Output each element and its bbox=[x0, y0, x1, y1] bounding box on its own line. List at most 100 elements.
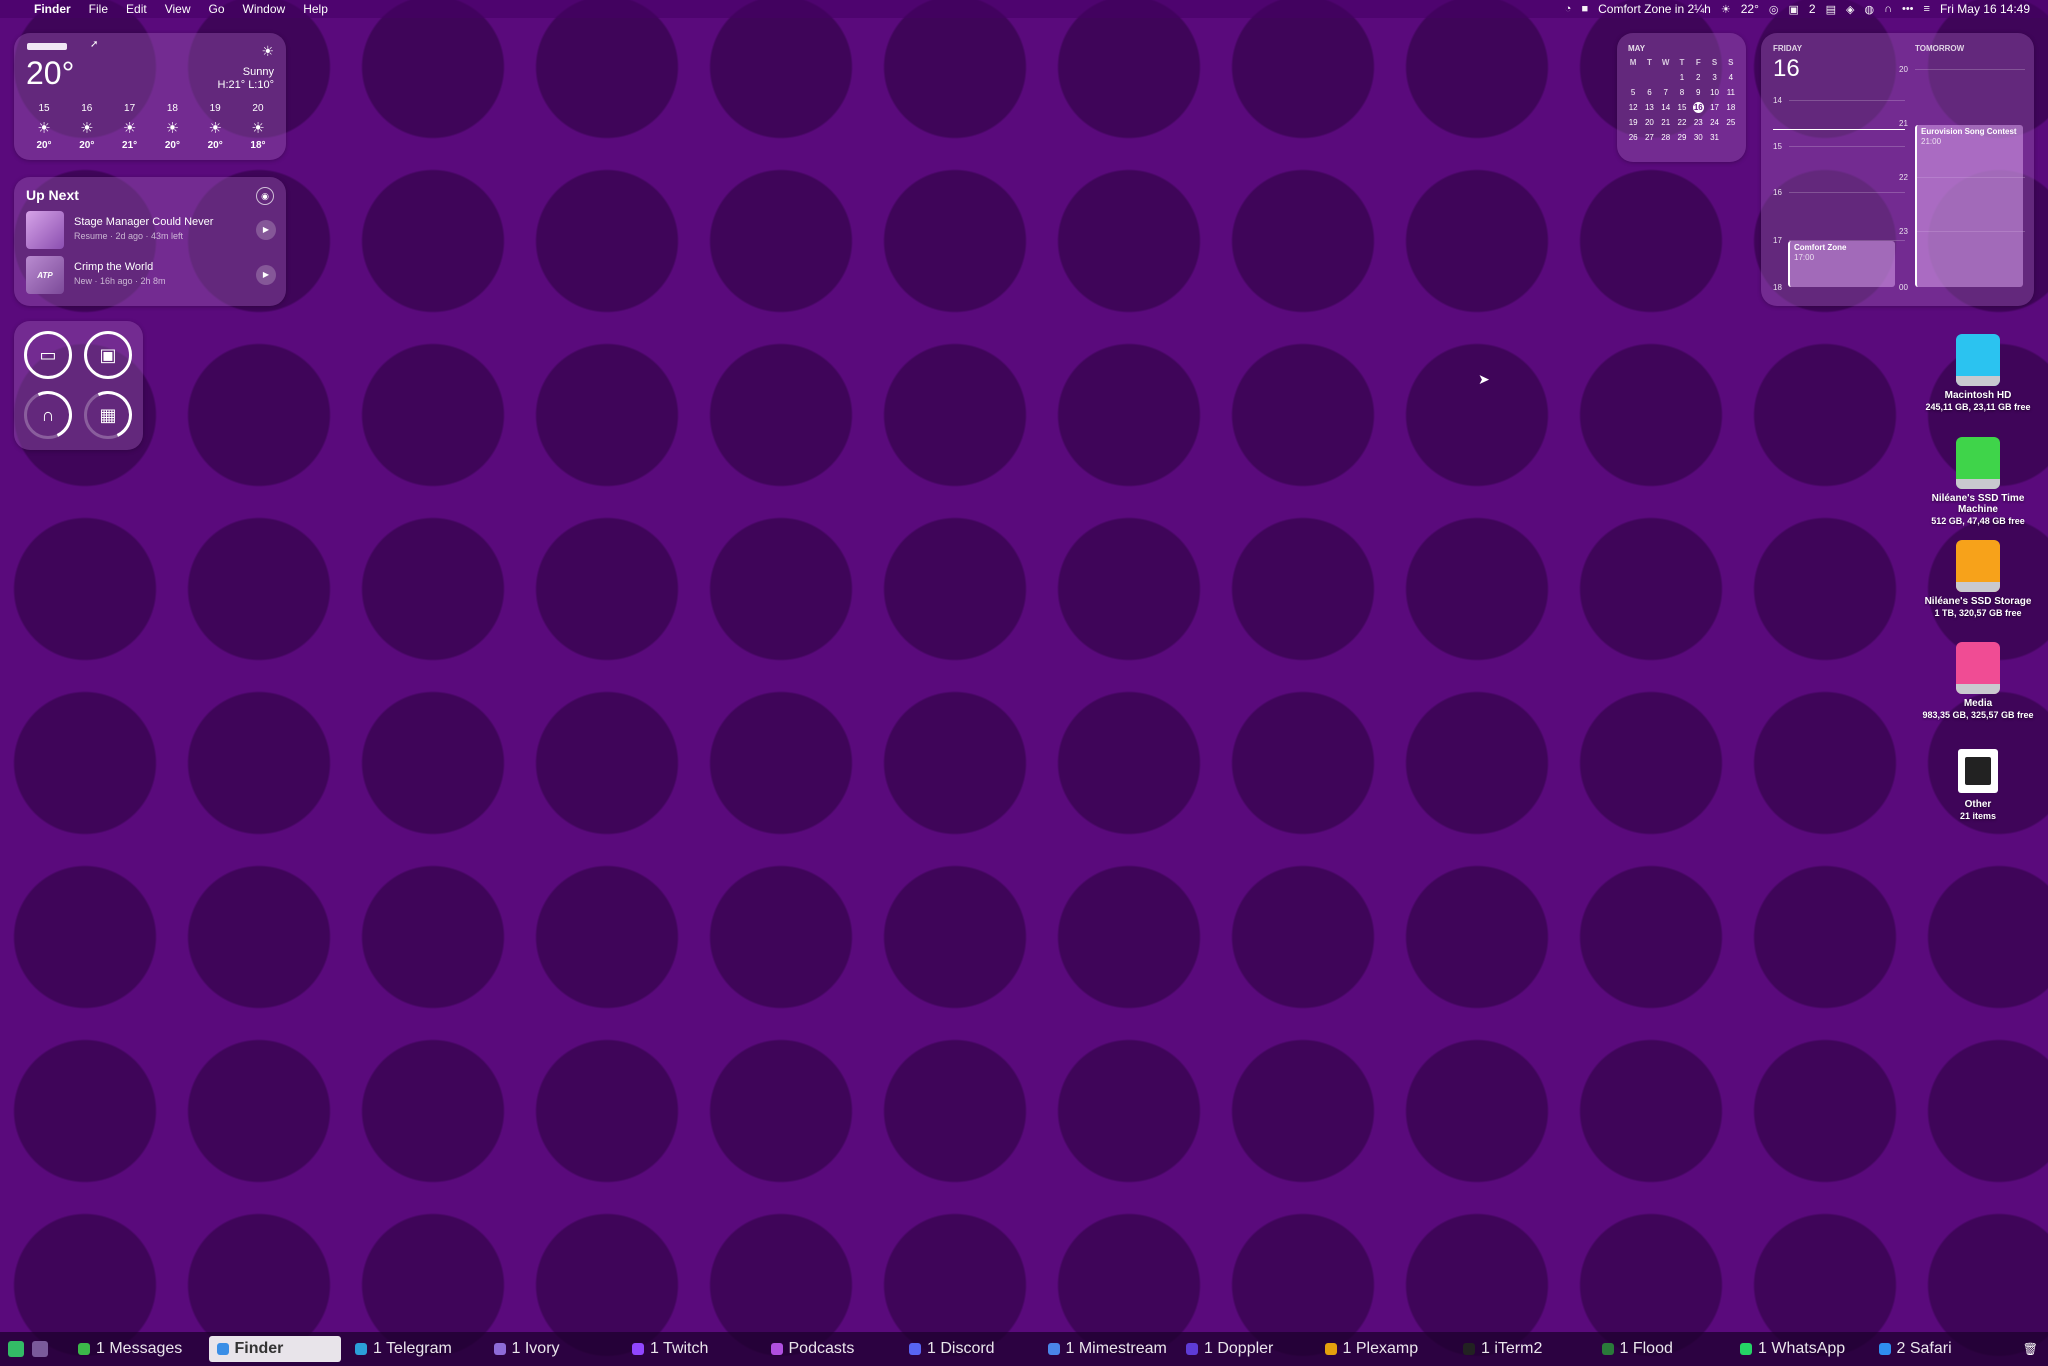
desktop-drive-media[interactable]: Media 983,35 GB, 325,57 GB free bbox=[1913, 642, 2043, 720]
taskbar-item[interactable]: 1 WhatsApp bbox=[1732, 1336, 1864, 1362]
calendar-day[interactable]: 26 bbox=[1625, 132, 1641, 143]
desktop-drive-storage[interactable]: Niléane's SSD Storage 1 TB, 320,57 GB fr… bbox=[1913, 540, 2043, 618]
weather-widget[interactable]: ➚ 20° ☀ Sunny H:21° L:10° 15 ☀ 20° 16 ☀ 20° … bbox=[14, 33, 286, 160]
camera-icon[interactable]: ■ bbox=[1581, 3, 1588, 15]
hourglass-icon[interactable]: ◔ bbox=[1565, 3, 1572, 15]
calendar-day[interactable]: 17 bbox=[1706, 102, 1722, 113]
day-calendar-widget[interactable]: FRIDAY 16 TOMORROW 14 15 16 17 18 Comfor… bbox=[1761, 33, 2034, 306]
calendar-day[interactable]: 19 bbox=[1625, 117, 1641, 128]
play-icon[interactable]: ▶ bbox=[256, 220, 276, 240]
taskbar-item[interactable]: 1 Doppler bbox=[1178, 1336, 1310, 1362]
headphones-status-icon[interactable]: ∩ bbox=[1884, 3, 1892, 15]
calendar-day[interactable]: 15 bbox=[1674, 102, 1690, 113]
forecast-temp: 20° bbox=[207, 140, 223, 151]
taskbar-item-label: 1 Doppler bbox=[1204, 1340, 1274, 1357]
taskbar-item[interactable]: 1 Messages bbox=[70, 1336, 202, 1362]
drive-icon bbox=[1956, 334, 2000, 386]
calendar-day[interactable]: 14 bbox=[1658, 102, 1674, 113]
hour-label: 14 bbox=[1773, 96, 1782, 105]
calendar-day[interactable]: 28 bbox=[1658, 132, 1674, 143]
taskbar-item[interactable]: 1 Twitch bbox=[624, 1336, 756, 1362]
calendar-day[interactable]: 20 bbox=[1641, 117, 1657, 128]
taskbar-item-label: 1 iTerm2 bbox=[1481, 1340, 1543, 1357]
message-icon[interactable]: ▣ bbox=[1788, 3, 1798, 16]
taskbar-item[interactable]: 2 Safari bbox=[1871, 1336, 2003, 1362]
calendar-event[interactable]: Eurovision Song Contest 21:00 bbox=[1915, 125, 2023, 287]
menu-edit[interactable]: Edit bbox=[126, 2, 147, 16]
batteries-widget[interactable]: ▭ ▣ ∩ ▦ bbox=[14, 321, 143, 450]
calendar-day[interactable]: 11 bbox=[1723, 87, 1739, 98]
menu-file[interactable]: File bbox=[89, 2, 108, 16]
hour-label: 00 bbox=[1899, 283, 1908, 292]
taskbar-menu-icon[interactable] bbox=[32, 1341, 48, 1357]
forecast-day: 16 ☀ 20° bbox=[67, 103, 107, 151]
calendar-day[interactable]: 1 bbox=[1674, 72, 1690, 83]
taskbar-item[interactable]: 1 iTerm2 bbox=[1455, 1336, 1587, 1362]
status-next-event[interactable]: Comfort Zone in 2¼h bbox=[1598, 2, 1711, 16]
calendar-day[interactable]: 30 bbox=[1690, 132, 1706, 143]
menu-help[interactable]: Help bbox=[303, 2, 328, 16]
calendar-day[interactable]: 8 bbox=[1674, 87, 1690, 98]
status-temperature[interactable]: 22° bbox=[1741, 2, 1759, 16]
episode-item[interactable]: Stage Manager Could Never Resume · 2d ag… bbox=[26, 211, 276, 249]
taskbar-item[interactable]: 1 Ivory bbox=[486, 1336, 618, 1362]
control-center-icon[interactable]: ≡ bbox=[1924, 3, 1930, 15]
taskbar-item[interactable]: Finder bbox=[208, 1336, 341, 1362]
taskbar-item[interactable]: 1 Discord bbox=[901, 1336, 1033, 1362]
status-count[interactable]: 2 bbox=[1809, 2, 1816, 16]
taskbar-app-switcher-icon[interactable] bbox=[8, 1341, 24, 1357]
tomorrow-label: TOMORROW bbox=[1915, 44, 1965, 53]
calendar-day[interactable]: 24 bbox=[1706, 117, 1722, 128]
calendar-day[interactable]: 7 bbox=[1658, 87, 1674, 98]
menu-go[interactable]: Go bbox=[209, 2, 225, 16]
calendar-day[interactable]: 3 bbox=[1706, 72, 1722, 83]
calendar-day[interactable]: 5 bbox=[1625, 87, 1641, 98]
episode-item[interactable]: ATP Crimp the World New · 16h ago · 2h 8… bbox=[26, 256, 276, 294]
calendar-day[interactable]: 22 bbox=[1674, 117, 1690, 128]
taskbar-item[interactable]: Podcasts bbox=[763, 1336, 895, 1362]
taskbar-item[interactable]: 1 Plexamp bbox=[1317, 1336, 1449, 1362]
calendar-day[interactable]: 18 bbox=[1723, 102, 1739, 113]
podcasts-up-next-widget[interactable]: Up Next ◉ Stage Manager Could Never Resu… bbox=[14, 177, 286, 306]
more-icon[interactable]: ••• bbox=[1902, 3, 1914, 15]
forecast-day: 17 ☀ 21° bbox=[110, 103, 150, 151]
menu-view[interactable]: View bbox=[165, 2, 191, 16]
menu-window[interactable]: Window bbox=[243, 2, 286, 16]
app-icon bbox=[1878, 1343, 1891, 1355]
activity-icon[interactable]: ◍ bbox=[1864, 3, 1874, 16]
calendar-day[interactable]: 2 bbox=[1690, 72, 1706, 83]
month-calendar-widget[interactable]: MAY M T W T F S S 1 2 3 4 5 6 7 8 9 10 11 12 13 14 15 16 17 18 19… bbox=[1617, 33, 1746, 162]
menu-app-name[interactable]: Finder bbox=[34, 2, 71, 16]
taskbar-item[interactable]: 1 Flood bbox=[1594, 1336, 1726, 1362]
calendar-day[interactable]: 25 bbox=[1723, 117, 1739, 128]
calendar-day[interactable]: 13 bbox=[1641, 102, 1657, 113]
app-icon bbox=[1047, 1343, 1060, 1355]
calendar-day-today[interactable]: 16 bbox=[1692, 102, 1704, 113]
calendar-day[interactable]: 27 bbox=[1641, 132, 1657, 143]
calendar-day[interactable]: 31 bbox=[1706, 132, 1722, 143]
calendar-event[interactable]: Comfort Zone 17:00 bbox=[1788, 241, 1895, 287]
calendar-day[interactable]: 6 bbox=[1641, 87, 1657, 98]
play-icon[interactable]: ▶ bbox=[256, 265, 276, 285]
calendar-day[interactable]: 4 bbox=[1723, 72, 1739, 83]
desktop-folder-other[interactable]: Other 21 items bbox=[1913, 749, 2043, 821]
trash-icon[interactable]: 🗑 bbox=[2023, 1342, 2038, 1356]
calendar-day[interactable]: 12 bbox=[1625, 102, 1641, 113]
shield-icon[interactable]: ◈ bbox=[1846, 3, 1854, 16]
desktop-drive-macintosh-hd[interactable]: Macintosh HD 245,11 GB, 23,11 GB free bbox=[1913, 334, 2043, 412]
taskbar-item-label: 1 WhatsApp bbox=[1758, 1340, 1846, 1357]
forecast-day-label: 16 bbox=[81, 103, 93, 114]
calendar-day[interactable]: 9 bbox=[1690, 87, 1706, 98]
calendar-day[interactable]: 23 bbox=[1690, 117, 1706, 128]
target-icon[interactable]: ◎ bbox=[1769, 3, 1779, 16]
taskbar-item[interactable]: 1 Mimestream bbox=[1040, 1336, 1172, 1362]
app-icon bbox=[909, 1343, 921, 1355]
calendar-day[interactable]: 10 bbox=[1706, 87, 1722, 98]
hour-label: 18 bbox=[1773, 283, 1782, 292]
calendar-day[interactable]: 29 bbox=[1674, 132, 1690, 143]
taskbar-item[interactable]: 1 Telegram bbox=[347, 1336, 479, 1362]
gift-icon[interactable]: ▤ bbox=[1826, 3, 1836, 16]
calendar-day[interactable]: 21 bbox=[1658, 117, 1674, 128]
status-datetime[interactable]: Fri May 16 14:49 bbox=[1940, 2, 2030, 16]
desktop-drive-time-machine[interactable]: Niléane's SSD Time Machine 512 GB, 47,48… bbox=[1913, 437, 2043, 526]
